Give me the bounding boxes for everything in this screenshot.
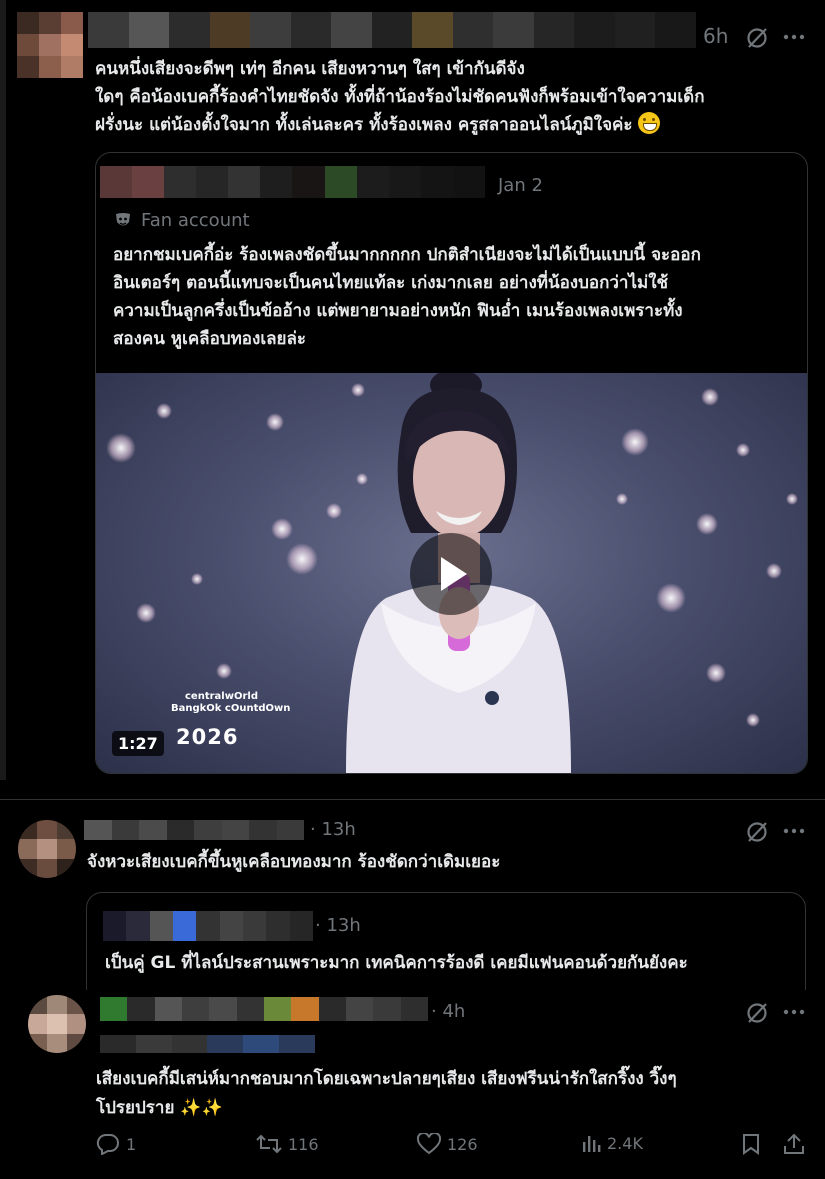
quoted-text-line-2: อินเตอร์ๆ ตอนนี้แทบจะเป็นคนไทยแท้ละ เก่ง… <box>113 273 669 293</box>
event-year: 2026 <box>176 725 239 749</box>
repost-icon <box>256 1133 282 1155</box>
post-text: คนหนึ่งเสียงจะดีพๆ เท่ๆ อีกคน เสียงหวานๆ… <box>95 55 810 139</box>
author-name-redacted[interactable] <box>88 12 696 48</box>
repost-button[interactable]: 116 <box>256 1133 319 1155</box>
like-count: 126 <box>447 1134 478 1154</box>
reply-text: เสียงเบคกี้มีเสน่ห์มากชอบมากโดยเฉพาะปลาย… <box>96 1065 796 1123</box>
analytics-icon <box>581 1133 601 1153</box>
reply-text-line-2: โปรยปราย ✨✨ <box>96 1094 796 1123</box>
like-button[interactable]: 126 <box>417 1133 478 1155</box>
heart-icon <box>417 1133 441 1155</box>
share-icon <box>783 1133 805 1155</box>
main-post: 6h คนหนึ่งเสียงจะดีพๆ เท่ๆ อีกคน เสียงหว… <box>0 0 825 780</box>
post-text-line-1: คนหนึ่งเสียงจะดีพๆ เท่ๆ อีกคน เสียงหวานๆ… <box>95 59 525 79</box>
quoted-author-redacted[interactable] <box>103 911 313 941</box>
reply-author-redacted[interactable] <box>100 997 428 1021</box>
post-text-line-3-text: ฝรั่งนะ แต่น้องตั้งใจมาก ทั้งเล่นละคร ทั… <box>95 115 633 135</box>
video-duration: 1:27 <box>112 731 164 756</box>
post-text-line-3: ฝรั่งนะ แต่น้องตั้งใจมาก ทั้งเล่นละคร ทั… <box>95 111 810 139</box>
repost-count: 116 <box>288 1134 319 1154</box>
quoted-text-line-4: สองคน หูเคลือบทองเลยล่ะ <box>113 329 307 349</box>
brand-line-2: BangkOk cOuntdOwn <box>171 703 291 714</box>
reply-icon <box>96 1133 120 1155</box>
action-bar: 1 116 126 2.4K <box>96 1133 808 1163</box>
reply-text-line-2-text: โปรยปราย <box>96 1098 175 1118</box>
reply-count: 1 <box>126 1134 137 1154</box>
avatar[interactable] <box>18 820 76 878</box>
bookmark-button[interactable] <box>741 1133 761 1155</box>
quoted-post[interactable]: Jan 2 Fan account อยากชมเบคกี้อ่ะ ร้องเพ… <box>95 152 808 774</box>
quoted-text: เป็นคู่ GL ที่ไลน์ประสานเพราะมาก เทคนิคก… <box>105 953 688 973</box>
reply-text: จังหวะเสียงเบคกี้ขึ้นหูเคลือบทองมาก ร้อง… <box>87 852 501 872</box>
grok-icon[interactable] <box>745 820 769 844</box>
reply-text-line-1: เสียงเบคกี้มีเสน่ห์มากชอบมากโดยเฉพาะปลาย… <box>96 1069 677 1089</box>
reply-timestamp[interactable]: · 13h <box>310 819 356 840</box>
share-button[interactable] <box>783 1133 805 1155</box>
quoted-date[interactable]: Jan 2 <box>498 175 543 196</box>
post-text-line-2: ใดๆ คือน้องเบคกี้ร้องคำไทยชัดจัง ทั้งที่… <box>95 87 705 107</box>
more-options-icon[interactable] <box>783 34 805 40</box>
reply-handle-redacted[interactable] <box>100 1035 315 1053</box>
views-button[interactable]: 2.4K <box>581 1133 643 1153</box>
reply-author-redacted[interactable] <box>84 820 304 840</box>
post-timestamp[interactable]: 6h <box>703 24 728 48</box>
event-brand: centralwOrld BangkOk cOuntdOwn <box>171 691 290 715</box>
video-thumbnail[interactable]: centralwOrld BangkOk cOuntdOwn 2026 1:27 <box>96 373 807 773</box>
quoted-text-line-3: ความเป็นลูกครึ่งเป็นข้ออ้าง แต่พยายามอย่… <box>113 301 683 321</box>
sparkles-icon: ✨✨ <box>180 1098 223 1118</box>
bookmark-icon <box>741 1133 761 1155</box>
more-options-icon[interactable] <box>783 828 805 834</box>
grok-icon[interactable] <box>745 1001 769 1025</box>
quoted-text: อยากชมเบคกี้อ่ะ ร้องเพลงชัดขึ้นมากกกกก ป… <box>113 241 798 353</box>
quoted-timestamp[interactable]: · 13h <box>315 915 361 936</box>
theater-mask-icon <box>113 211 133 231</box>
brand-line-1: centralwOrld <box>185 691 258 702</box>
grok-icon[interactable] <box>745 26 769 50</box>
avatar[interactable] <box>28 995 86 1053</box>
grinning-face-emoji-icon <box>638 112 661 134</box>
fan-account-badge: Fan account <box>113 210 250 231</box>
quoted-post[interactable]: · 13h เป็นคู่ GL ที่ไลน์ประสานเพราะมาก เ… <box>86 892 806 1004</box>
avatar[interactable] <box>17 12 83 78</box>
quoted-author-redacted[interactable] <box>100 166 485 198</box>
divider <box>0 799 825 800</box>
reply-button[interactable]: 1 <box>96 1133 136 1155</box>
play-button[interactable] <box>410 533 492 615</box>
fan-account-label: Fan account <box>141 210 250 231</box>
reply-timestamp[interactable]: · 4h <box>431 1001 465 1022</box>
view-count: 2.4K <box>607 1133 643 1153</box>
more-options-icon[interactable] <box>783 1009 805 1015</box>
quoted-text-line-1: อยากชมเบคกี้อ่ะ ร้องเพลงชัดขึ้นมากกกกก ป… <box>113 245 701 265</box>
